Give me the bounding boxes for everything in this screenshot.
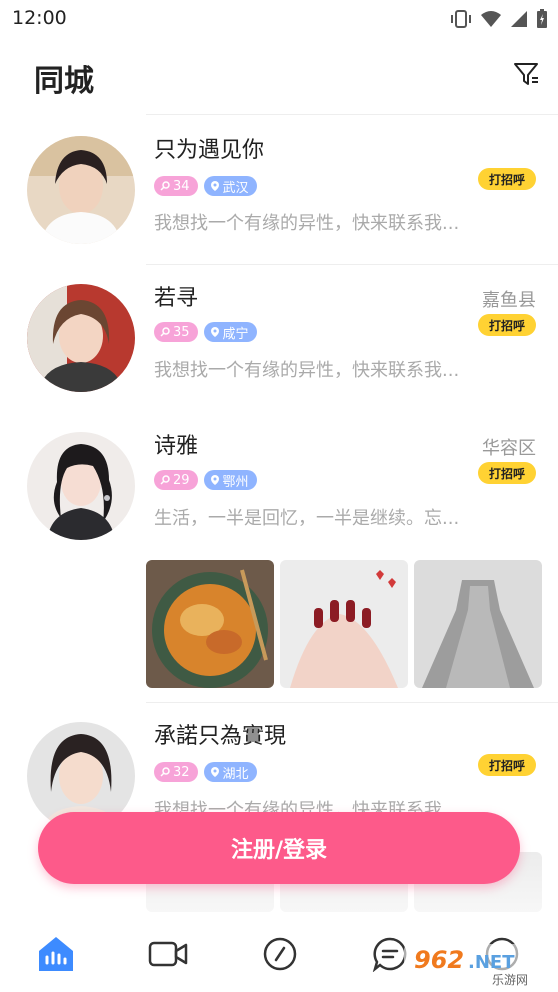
location-pin-icon — [210, 327, 219, 337]
divider — [146, 114, 558, 115]
photo-thumbnail[interactable] — [280, 560, 408, 688]
user-name: 若寻 — [154, 286, 199, 311]
header: 同城 — [0, 38, 558, 114]
nav-item-video[interactable] — [146, 932, 190, 976]
location-pin-icon — [210, 181, 219, 191]
female-icon — [160, 327, 170, 337]
video-camera-icon — [148, 941, 188, 967]
photo-thumbnail[interactable] — [414, 560, 542, 688]
svg-text:.NET: .NET — [468, 952, 515, 973]
avatar[interactable] — [27, 284, 135, 392]
status-bar: 12:00 — [0, 0, 558, 38]
location-pin-icon — [210, 767, 219, 777]
compass-icon — [263, 937, 297, 971]
user-name: 诗雅 — [154, 434, 199, 459]
city-tag: 武汉 — [203, 176, 257, 196]
signal-icon — [511, 11, 527, 27]
location-label: 华容区 — [482, 438, 536, 459]
filter-icon — [514, 63, 538, 85]
user-name: 只为遇见你 — [154, 138, 265, 163]
list-item[interactable]: 只为遇见你 34 武汉 打招呼 我想找一个有缘的异性，快来联系我... — [0, 114, 558, 264]
filter-button[interactable] — [512, 60, 540, 88]
city-tag: 鄂州 — [203, 470, 257, 490]
age-tag: 29 — [154, 470, 198, 490]
user-bio: 我想找一个有缘的异性，快来联系我... — [154, 360, 460, 381]
female-icon — [160, 475, 170, 485]
tag-row: 34 武汉 — [154, 176, 257, 196]
tag-row: 29 鄂州 — [154, 470, 257, 490]
wifi-icon — [481, 11, 501, 27]
age-tag: 32 — [154, 762, 198, 782]
city-tag: 咸宁 — [203, 322, 257, 342]
greet-button[interactable]: 打招呼 — [478, 462, 536, 484]
female-icon — [160, 181, 170, 191]
avatar[interactable] — [27, 432, 135, 540]
user-bio: 我想找一个有缘的异性，快来联系我... — [154, 213, 460, 234]
watermark-logo: 962 .NET 乐游网 — [404, 940, 554, 988]
nav-item-discover[interactable] — [258, 932, 302, 976]
greet-button[interactable]: 打招呼 — [478, 168, 536, 190]
avatar[interactable] — [27, 136, 135, 244]
chat-icon — [372, 937, 407, 972]
age-tag: 34 — [154, 176, 198, 196]
svg-text:962: 962 — [414, 946, 464, 974]
tag-row: 32 湖北 — [154, 762, 257, 782]
photo-grid — [146, 560, 542, 688]
feed-list: 只为遇见你 34 武汉 打招呼 我想找一个有缘的异性，快来联系我... 若寻 嘉… — [0, 114, 558, 850]
user-bio: 生活，一半是回忆，一半是继续。忘... — [154, 508, 460, 529]
login-register-button[interactable]: 注册/登录 — [38, 812, 520, 884]
list-item[interactable]: 诗雅 华容区 29 鄂州 打招呼 生活，一半是回忆，一半是继续。忘... — [0, 412, 558, 702]
greet-button[interactable]: 打招呼 — [478, 754, 536, 776]
tag-row: 35 咸宁 — [154, 322, 257, 342]
page-title: 同城 — [34, 64, 94, 99]
greet-button[interactable]: 打招呼 — [478, 314, 536, 336]
nav-item-nearby[interactable] — [34, 932, 78, 976]
divider — [146, 702, 558, 703]
photo-thumbnail[interactable] — [146, 560, 274, 688]
user-name: 承諾只為實現 — [154, 724, 287, 749]
divider — [146, 264, 558, 265]
home-radar-icon — [39, 937, 73, 971]
location-label: 嘉鱼县 — [482, 290, 536, 311]
list-item[interactable]: 若寻 嘉鱼县 35 咸宁 打招呼 我想找一个有缘的异性，快来联系我... — [0, 264, 558, 412]
female-icon — [160, 767, 170, 777]
city-tag: 湖北 — [203, 762, 257, 782]
status-icons — [450, 9, 548, 29]
vibrate-icon — [451, 10, 471, 28]
status-time: 12:00 — [12, 7, 67, 29]
battery-icon — [537, 9, 547, 28]
location-pin-icon — [210, 475, 219, 485]
svg-text:乐游网: 乐游网 — [492, 973, 528, 987]
age-tag: 35 — [154, 322, 198, 342]
